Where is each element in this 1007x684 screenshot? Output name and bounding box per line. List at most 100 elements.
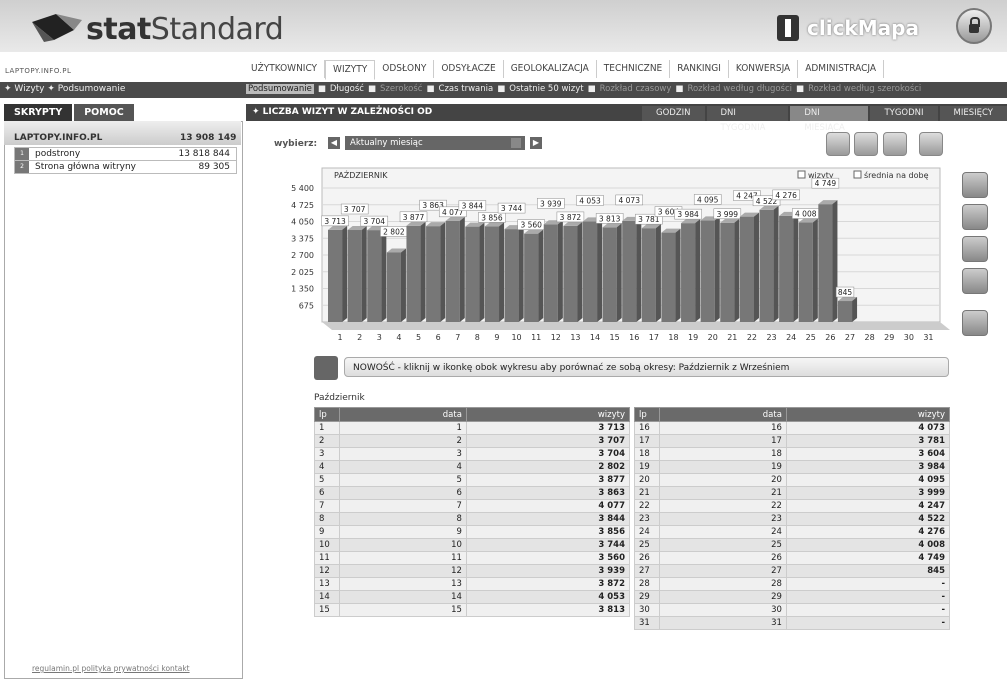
x-tick-label: 9 bbox=[494, 333, 499, 342]
next-month-button[interactable]: ▶ bbox=[530, 137, 542, 149]
submenu-item-1[interactable]: Długość bbox=[330, 84, 364, 94]
bar bbox=[367, 230, 382, 322]
bar bbox=[484, 226, 500, 322]
table-header[interactable]: wizyty bbox=[785, 407, 951, 422]
save-icon[interactable] bbox=[826, 132, 850, 156]
menu-item-5[interactable]: TECHNICZNE bbox=[597, 60, 671, 78]
table-cell: 7 bbox=[339, 499, 467, 513]
table-row: 22 22 4 247 bbox=[634, 499, 951, 513]
section-tab-1[interactable]: DNI TYGODNIA bbox=[706, 106, 789, 133]
menu-item-2[interactable]: ODSŁONY bbox=[375, 60, 435, 78]
table-row: 10 10 3 744 bbox=[314, 538, 631, 552]
table-cell: 11 bbox=[314, 551, 340, 565]
bar-side bbox=[361, 226, 367, 322]
submenu-item-7[interactable]: Rozkład według szerokości bbox=[808, 84, 921, 94]
x-tick-label: 22 bbox=[747, 333, 757, 342]
compare-icon[interactable] bbox=[962, 268, 988, 294]
bar bbox=[739, 216, 754, 322]
table-header-row: lp data wizyty bbox=[634, 407, 951, 422]
table-cell: 4 bbox=[314, 460, 340, 474]
table-cell: 30 bbox=[634, 603, 660, 617]
section-tab-0[interactable]: GODZIN bbox=[642, 106, 705, 121]
table-cell: 9 bbox=[314, 525, 340, 539]
bar bbox=[504, 229, 519, 322]
table-cell: - bbox=[785, 590, 951, 604]
bar bbox=[524, 233, 539, 322]
submenu-item-0[interactable]: Podsumowanie bbox=[246, 84, 314, 94]
line-chart-icon[interactable] bbox=[962, 204, 988, 230]
bar-side bbox=[616, 223, 622, 322]
bar-chart-icon[interactable] bbox=[962, 172, 988, 198]
table-cell: 31 bbox=[659, 616, 787, 630]
table-header[interactable]: lp bbox=[314, 407, 340, 422]
menu-item-7[interactable]: KONWERSJA bbox=[729, 60, 799, 78]
table-cell: 18 bbox=[634, 447, 660, 461]
submenu-item-4[interactable]: Ostatnie 50 wizyt bbox=[509, 84, 583, 94]
menu-item-6[interactable]: RANKINGI bbox=[670, 60, 729, 78]
statstandard-logo-icon bbox=[26, 8, 86, 46]
app-logo[interactable]: statStandard bbox=[86, 12, 284, 47]
x-tick-label: 8 bbox=[475, 333, 480, 342]
bar bbox=[681, 223, 696, 322]
bar-side bbox=[655, 224, 661, 322]
clickmapa-link[interactable]: clickMapa bbox=[777, 14, 919, 42]
table-cell: 16 bbox=[659, 421, 787, 435]
table-header[interactable]: wizyty bbox=[465, 407, 631, 422]
lock-icon[interactable] bbox=[956, 8, 992, 44]
table-cell: 31 bbox=[634, 616, 660, 630]
submenu-item-6[interactable]: Rozkład według długości bbox=[687, 84, 792, 94]
x-tick-label: 17 bbox=[649, 333, 659, 342]
breadcrumb[interactable]: ✦ Wizyty ✦ Podsumowanie bbox=[4, 84, 125, 94]
table-cell: 3 813 bbox=[465, 603, 631, 617]
left-panel-row[interactable]: 2 Strona główna witryny 89 305 bbox=[14, 160, 237, 174]
export-excel-icon[interactable] bbox=[883, 132, 907, 156]
legend-swatch bbox=[797, 170, 806, 179]
row-value: 89 305 bbox=[198, 162, 231, 172]
left-panel-site[interactable]: LAPTOPY.INFO.PL bbox=[14, 133, 102, 143]
visits-table-right: lp data wizyty 16 16 4 073 17 17 3 781 18 18 3 604 1… bbox=[634, 407, 951, 630]
submenu-item-5[interactable]: Rozkład czasowy bbox=[600, 84, 672, 94]
export-txt-icon[interactable] bbox=[854, 132, 878, 156]
calendar-compare-icon[interactable] bbox=[962, 310, 988, 336]
menu-item-4[interactable]: GEOLOKALIZACJA bbox=[504, 60, 597, 78]
area-chart-icon[interactable] bbox=[962, 236, 988, 262]
table-cell: 24 bbox=[659, 525, 787, 539]
table-header[interactable]: data bbox=[659, 407, 787, 422]
submenu-item-2[interactable]: Szerokość bbox=[380, 84, 423, 94]
legend-label: średnia na dobę bbox=[864, 170, 929, 180]
select-label: wybierz: bbox=[274, 139, 318, 149]
section-tab-4[interactable]: MIESIĘCY bbox=[939, 106, 1007, 121]
left-panel-row[interactable]: 1 podstrony 13 818 844 bbox=[14, 147, 237, 161]
data-label: 4 053 bbox=[579, 196, 601, 205]
menu-item-1[interactable]: WIZYTY bbox=[325, 60, 376, 80]
menu-item-3[interactable]: ODSYŁACZE bbox=[434, 60, 504, 78]
submenu-item-3[interactable]: Czas trwania bbox=[439, 84, 494, 94]
compare-periods-icon[interactable] bbox=[314, 356, 338, 380]
section-tab-3[interactable]: TYGODNI bbox=[870, 106, 938, 121]
bar bbox=[602, 227, 617, 322]
table-cell: 4 522 bbox=[785, 512, 951, 526]
left-tab-1[interactable]: POMOC bbox=[74, 104, 134, 121]
table-cell: 29 bbox=[659, 590, 787, 604]
left-tab-0[interactable]: SKRYPTY bbox=[4, 104, 73, 121]
table-cell: - bbox=[785, 577, 951, 591]
data-label: 3 844 bbox=[462, 202, 484, 211]
x-tick-label: 16 bbox=[629, 333, 639, 342]
table-cell: 845 bbox=[785, 564, 951, 578]
table-header[interactable]: data bbox=[339, 407, 467, 422]
section-tab-2[interactable]: DNI MIESIĄCA bbox=[790, 106, 869, 133]
table-header[interactable]: lp bbox=[634, 407, 660, 422]
main-menu: UŻYTKOWNICY WIZYTY ODSŁONY ODSYŁACZE GEOLOKA… bbox=[244, 60, 885, 80]
prev-month-button[interactable]: ◀ bbox=[328, 137, 340, 149]
menu-item-0[interactable]: UŻYTKOWNICY bbox=[244, 60, 326, 78]
table-row: 442 802 bbox=[314, 460, 631, 474]
x-tick-label: 12 bbox=[551, 333, 561, 342]
separator-icon: ■ bbox=[497, 84, 506, 94]
print-icon[interactable] bbox=[919, 132, 943, 156]
bar-side bbox=[852, 297, 858, 322]
menu-item-8[interactable]: ADMINISTRACJA bbox=[798, 60, 885, 78]
visits-chart: 6751 3502 0252 7003 3754 0504 7255 400PA… bbox=[291, 167, 950, 342]
month-select[interactable]: Aktualny miesiąc bbox=[345, 136, 525, 150]
footer-links[interactable]: regulamin.pl polityka prywatności kontak… bbox=[32, 664, 190, 673]
table-cell: 8 bbox=[339, 512, 467, 526]
